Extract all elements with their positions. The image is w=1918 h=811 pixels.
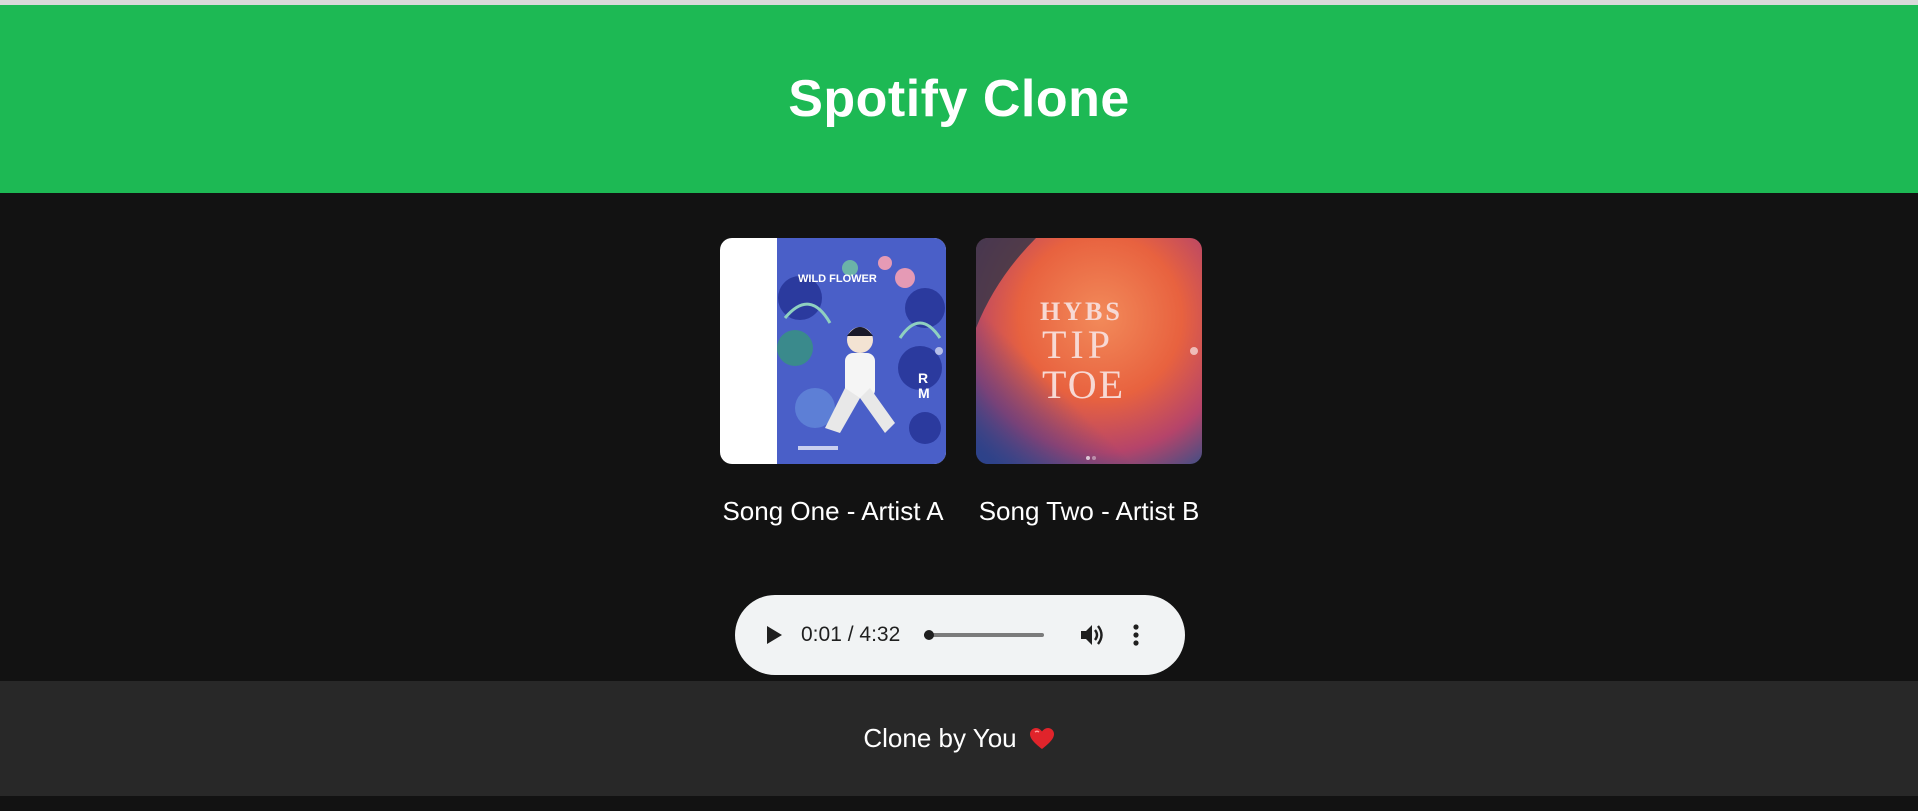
svg-text:WILD FLOWER: WILD FLOWER (798, 273, 877, 285)
volume-button[interactable] (1078, 621, 1106, 649)
song-title: Song Two - Artist B (978, 496, 1200, 526)
time-separator: / (847, 623, 860, 646)
album-art: WILD FLOWER R M (720, 238, 946, 464)
footer-text: Clone by You (863, 723, 1017, 753)
audio-player[interactable]: 0:01 / 4:32 (735, 595, 1185, 675)
time-display: 0:01 / 4:32 (801, 623, 900, 647)
play-icon (767, 626, 782, 644)
album-cover-wildflower[interactable]: WILD FLOWER R M (720, 238, 946, 464)
volume-icon (1081, 625, 1103, 645)
album-art: HYBS TIP TOE (976, 238, 1202, 464)
album-cover-tiptoe[interactable]: HYBS TIP TOE (976, 238, 1202, 464)
more-vertical-icon (1133, 624, 1139, 646)
song-card[interactable]: HYBS TIP TOE Song Two - Artist B (976, 238, 1202, 527)
bottom-strip (0, 796, 1918, 811)
footer-credit: Clone by You (863, 723, 1054, 754)
svg-text:TIP: TIP (1042, 322, 1114, 367)
current-time: 0:01 (801, 623, 842, 646)
svg-text:R: R (918, 370, 928, 386)
seek-slider[interactable] (924, 630, 1045, 640)
site-header: Spotify Clone (0, 5, 1918, 193)
svg-text:TOE: TOE (1042, 362, 1125, 407)
heart-icon (1029, 727, 1055, 751)
more-options-button[interactable] (1126, 621, 1146, 649)
song-list: WILD FLOWER R M Song One - Artist A HYBS… (720, 238, 1202, 527)
site-footer: Clone by You (0, 681, 1918, 796)
seek-thumb[interactable] (924, 630, 935, 640)
page-title: Spotify Clone (788, 70, 1130, 128)
song-title: Song One - Artist A (722, 496, 944, 526)
main-content: WILD FLOWER R M Song One - Artist A HYBS… (0, 193, 1918, 681)
duration: 4:32 (859, 623, 901, 646)
play-button[interactable] (763, 624, 785, 646)
svg-text:M: M (918, 385, 930, 401)
song-card[interactable]: WILD FLOWER R M Song One - Artist A (720, 238, 946, 527)
